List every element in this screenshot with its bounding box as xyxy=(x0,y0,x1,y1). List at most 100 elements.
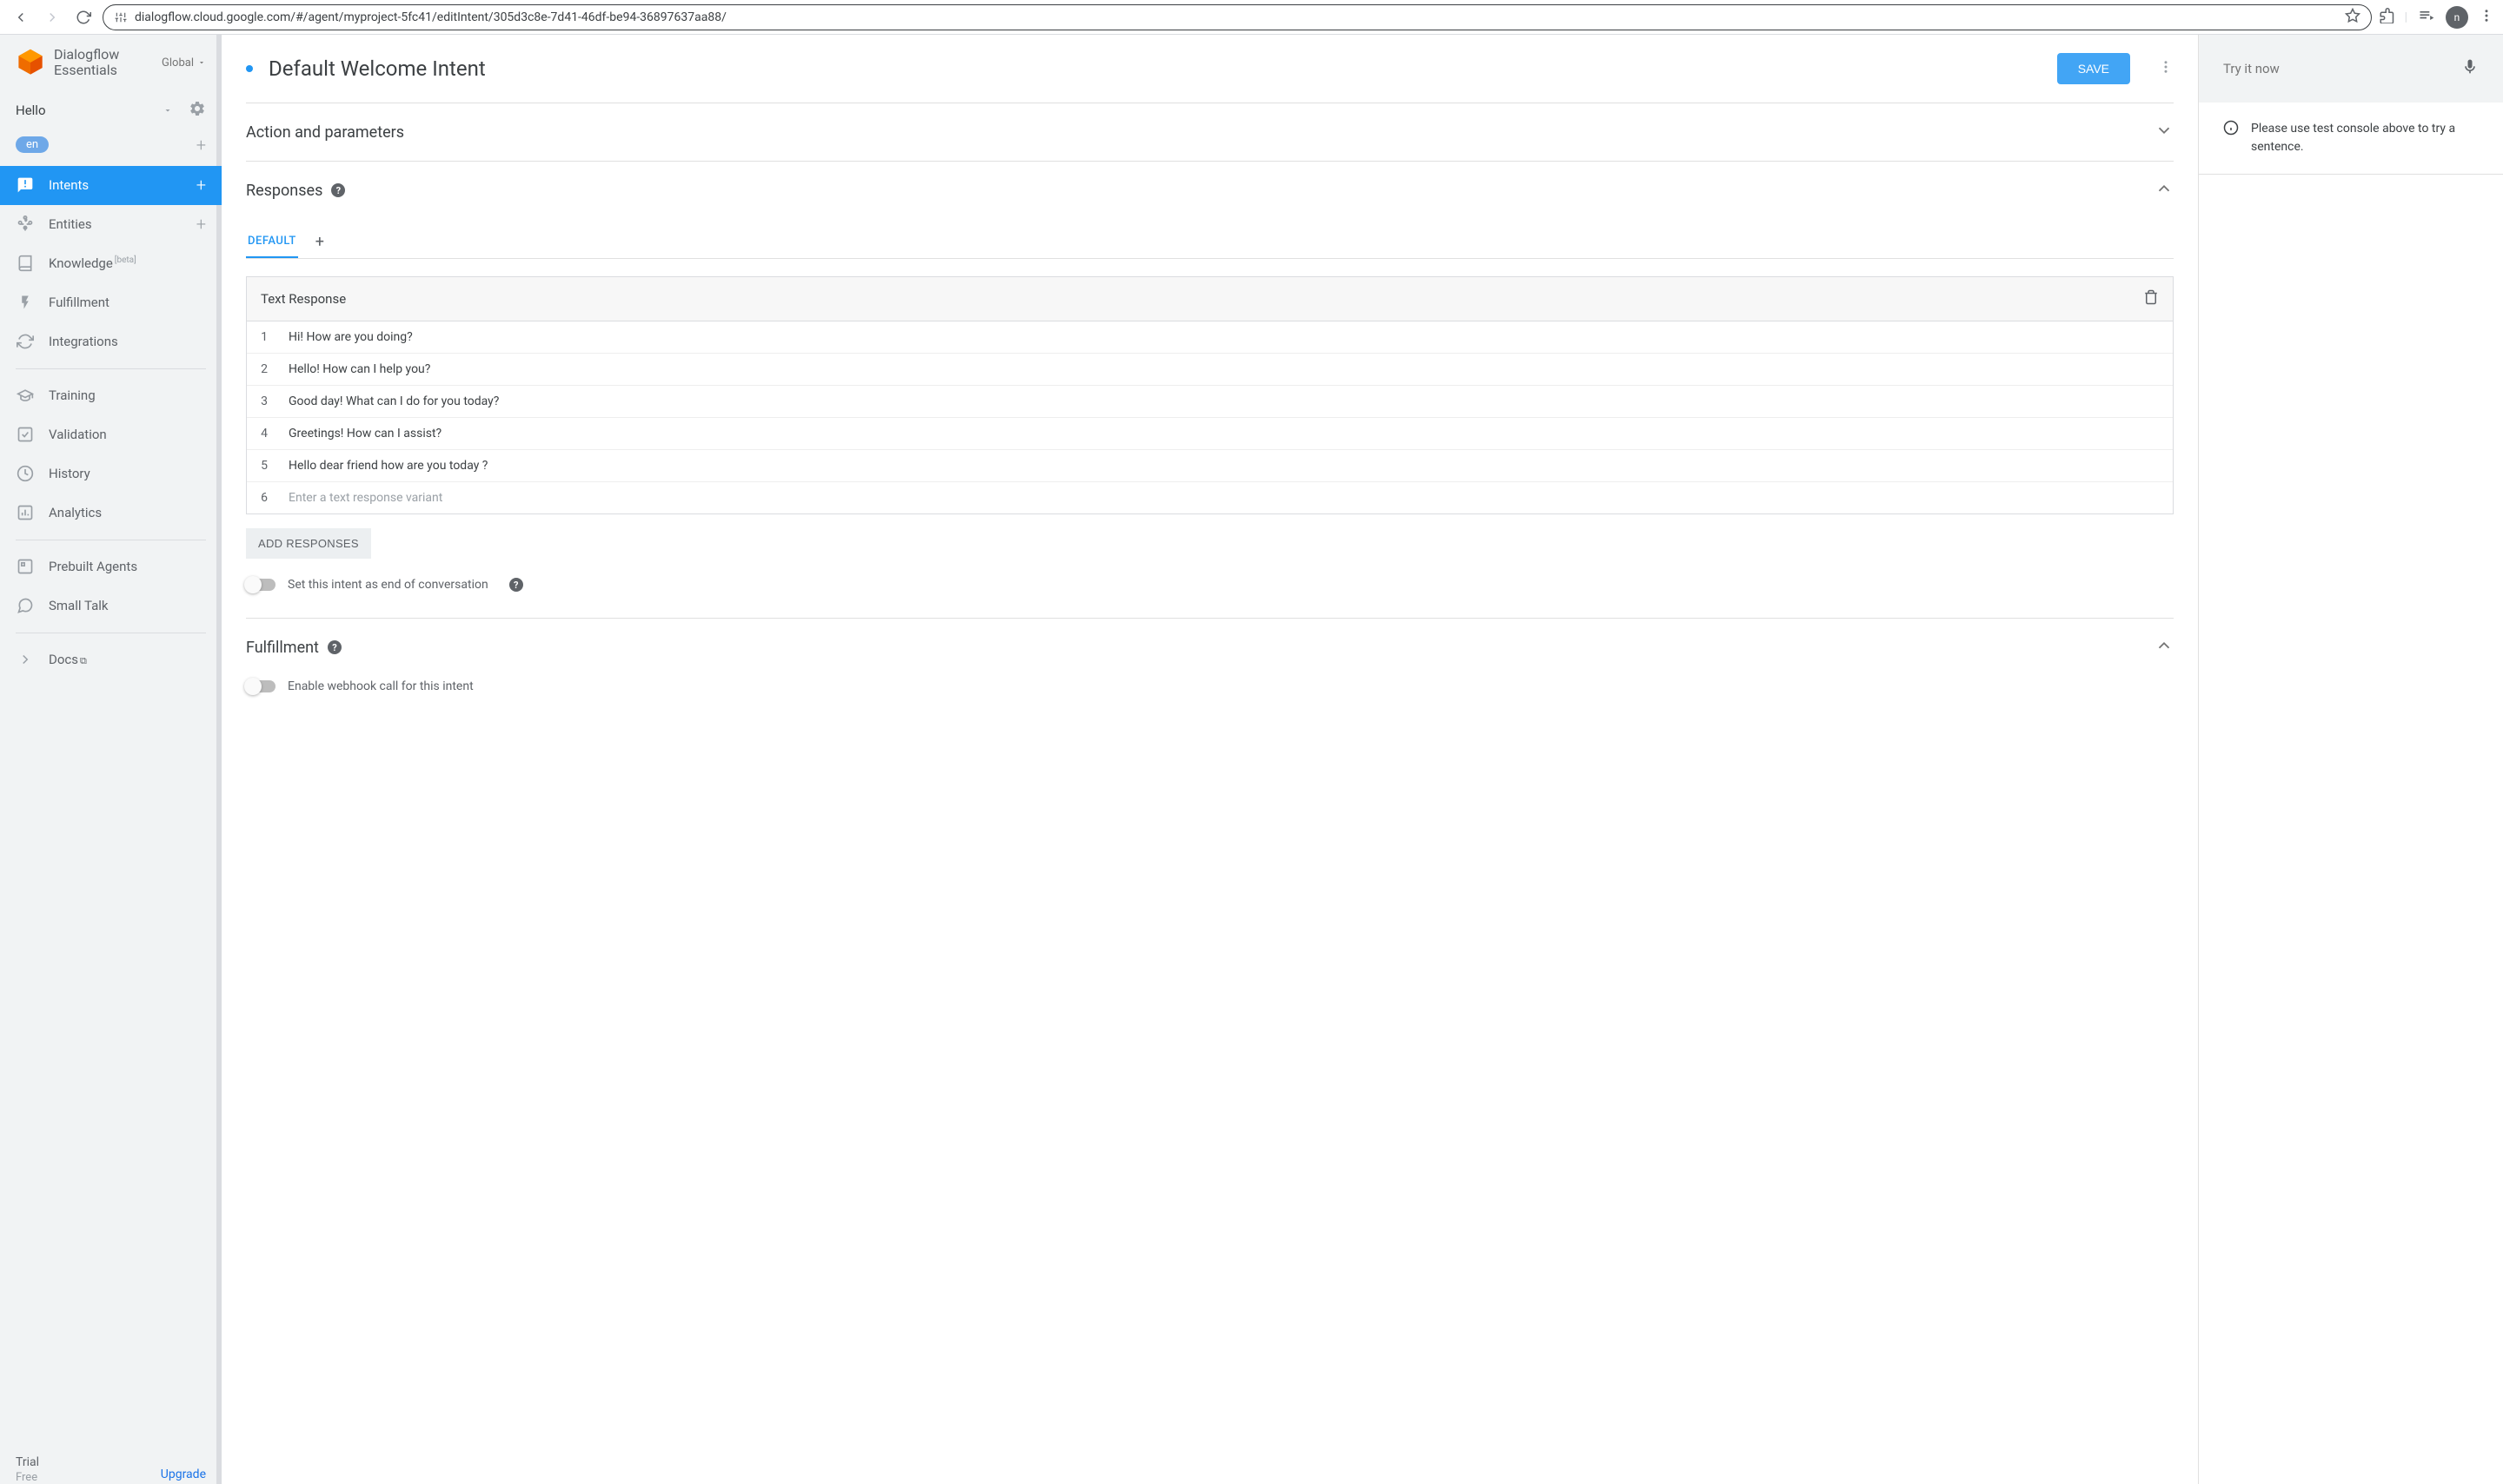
integrations-icon xyxy=(16,332,35,351)
response-row[interactable]: 5Hello dear friend how are you today ? xyxy=(247,450,2173,482)
intent-title[interactable]: Default Welcome Intent xyxy=(269,56,2042,81)
help-icon[interactable]: ? xyxy=(509,578,523,592)
browser-toolbar: dialogflow.cloud.google.com/#/agent/mypr… xyxy=(0,0,2503,35)
add-entity-button[interactable]: + xyxy=(196,214,206,235)
response-row-empty[interactable]: 6Enter a text response variant xyxy=(247,482,2173,513)
chrome-menu-icon[interactable] xyxy=(2479,8,2494,27)
reload-button[interactable] xyxy=(71,5,96,30)
sidebar-item-prebuilt[interactable]: Prebuilt Agents xyxy=(0,547,222,586)
url-text: dialogflow.cloud.google.com/#/agent/mypr… xyxy=(135,10,2338,24)
chevron-up-icon xyxy=(2154,636,2174,659)
sidebar-item-label: Docs⧉ xyxy=(49,652,87,667)
toggle-label: Enable webhook call for this intent xyxy=(288,679,474,693)
logo-text-1: Dialogflow xyxy=(54,47,119,63)
star-icon[interactable] xyxy=(2345,8,2360,27)
info-icon xyxy=(2223,120,2239,139)
response-row[interactable]: 4Greetings! How can I assist? xyxy=(247,418,2173,450)
sidebar-item-label: Integrations xyxy=(49,334,118,349)
section-action-params[interactable]: Action and parameters xyxy=(246,103,2174,161)
webhook-toggle[interactable] xyxy=(246,680,276,692)
smalltalk-icon xyxy=(16,596,35,615)
language-pill[interactable]: en xyxy=(16,136,49,153)
intents-icon xyxy=(16,176,35,195)
upgrade-link[interactable]: Upgrade xyxy=(161,1467,206,1481)
chevron-down-icon xyxy=(197,58,206,67)
sidebar-item-training[interactable]: Training xyxy=(0,376,222,415)
sidebar-item-label: Knowledge[beta] xyxy=(49,255,136,271)
chevron-down-icon xyxy=(163,105,173,116)
logo-text-2: Essentials xyxy=(54,63,119,78)
sidebar-item-label: Training xyxy=(49,388,96,403)
sidebar-item-analytics[interactable]: Analytics xyxy=(0,494,222,533)
help-icon[interactable]: ? xyxy=(328,640,342,654)
sidebar-item-integrations[interactable]: Integrations xyxy=(0,322,222,361)
try-message: Please use test console above to try a s… xyxy=(2251,120,2479,156)
profile-avatar[interactable]: n xyxy=(2446,6,2468,29)
section-responses[interactable]: Responses ? xyxy=(246,162,2174,219)
try-it-panel: Try it now Please use test console above… xyxy=(2199,35,2503,1484)
unsaved-indicator xyxy=(246,65,253,72)
sidebar: Dialogflow Essentials Global Hello en + xyxy=(0,35,222,1484)
help-icon[interactable]: ? xyxy=(331,183,345,197)
sidebar-item-label: Analytics xyxy=(49,505,102,520)
sidebar-item-label: Small Talk xyxy=(49,598,108,613)
text-response-card: Text Response 1Hi! How are you doing? 2H… xyxy=(246,276,2174,514)
tab-default[interactable]: DEFAULT xyxy=(246,226,298,258)
sidebar-item-smalltalk[interactable]: Small Talk xyxy=(0,586,222,626)
section-fulfillment[interactable]: Fulfillment ? xyxy=(246,619,2174,676)
response-row[interactable]: 1Hi! How are you doing? xyxy=(247,321,2173,354)
trial-label: Trial xyxy=(16,1455,39,1469)
prebuilt-icon xyxy=(16,557,35,576)
trash-icon[interactable] xyxy=(2143,289,2159,308)
site-settings-icon[interactable] xyxy=(114,10,128,24)
main-panel: Default Welcome Intent SAVE Action and p… xyxy=(222,35,2199,1484)
more-menu-icon[interactable] xyxy=(2158,59,2174,78)
sidebar-item-docs[interactable]: Docs⧉ xyxy=(0,640,222,679)
intent-header: Default Welcome Intent SAVE xyxy=(222,35,2198,103)
extensions-icon[interactable] xyxy=(2379,8,2394,27)
try-it-input[interactable]: Try it now xyxy=(2223,61,2280,76)
fulfillment-icon xyxy=(16,293,35,312)
save-button[interactable]: SAVE xyxy=(2057,53,2130,84)
chevron-down-icon xyxy=(2154,121,2174,143)
agent-selector[interactable]: Hello xyxy=(16,103,173,118)
chevron-up-icon xyxy=(2154,179,2174,202)
sidebar-item-fulfillment[interactable]: Fulfillment xyxy=(0,283,222,322)
sidebar-item-label: Fulfillment xyxy=(49,295,110,310)
entities-icon xyxy=(16,215,35,234)
sidebar-item-validation[interactable]: Validation xyxy=(0,415,222,454)
card-title: Text Response xyxy=(261,291,346,307)
end-conversation-toggle[interactable] xyxy=(246,579,276,591)
analytics-icon xyxy=(16,503,35,522)
validation-icon xyxy=(16,425,35,444)
response-row[interactable]: 2Hello! How can I help you? xyxy=(247,354,2173,386)
sidebar-item-intents[interactable]: Intents + xyxy=(0,166,222,205)
scope-selector[interactable]: Global xyxy=(162,56,206,70)
add-language-button[interactable]: + xyxy=(196,135,206,156)
gear-icon[interactable] xyxy=(189,100,206,121)
playlist-icon[interactable] xyxy=(2418,7,2435,28)
sidebar-item-label: History xyxy=(49,466,90,481)
knowledge-icon xyxy=(16,254,35,273)
mic-icon[interactable] xyxy=(2461,58,2479,79)
response-row[interactable]: 3Good day! What can I do for you today? xyxy=(247,386,2173,418)
back-button[interactable] xyxy=(9,5,33,30)
free-label: Free xyxy=(16,1471,39,1484)
dialogflow-logo-icon xyxy=(16,48,45,77)
sidebar-item-history[interactable]: History xyxy=(0,454,222,494)
add-intent-button[interactable]: + xyxy=(196,175,206,195)
add-tab-button[interactable]: + xyxy=(315,233,324,251)
sidebar-item-label: Intents xyxy=(49,177,89,193)
training-icon xyxy=(16,386,35,405)
sidebar-item-entities[interactable]: Entities + xyxy=(0,205,222,244)
sidebar-item-label: Entities xyxy=(49,216,92,232)
sidebar-item-label: Prebuilt Agents xyxy=(49,559,137,574)
add-responses-button[interactable]: ADD RESPONSES xyxy=(246,528,371,559)
url-bar[interactable]: dialogflow.cloud.google.com/#/agent/mypr… xyxy=(103,4,2372,30)
sidebar-item-knowledge[interactable]: Knowledge[beta] xyxy=(0,244,222,283)
forward-button[interactable] xyxy=(40,5,64,30)
toggle-label: Set this intent as end of conversation xyxy=(288,578,488,592)
chevron-right-icon xyxy=(16,650,35,669)
sidebar-item-label: Validation xyxy=(49,427,107,442)
logo-area[interactable]: Dialogflow Essentials Global xyxy=(0,35,222,91)
